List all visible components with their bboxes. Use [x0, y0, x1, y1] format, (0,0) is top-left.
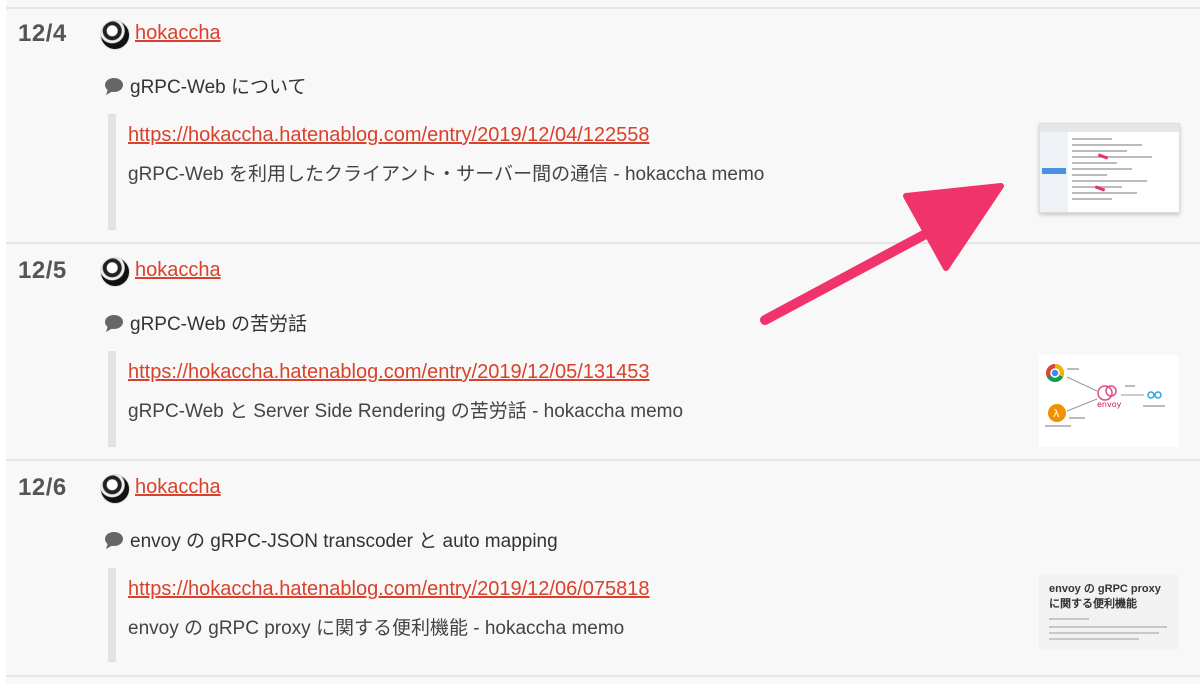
annotation-arrow-icon: [760, 183, 1004, 325]
